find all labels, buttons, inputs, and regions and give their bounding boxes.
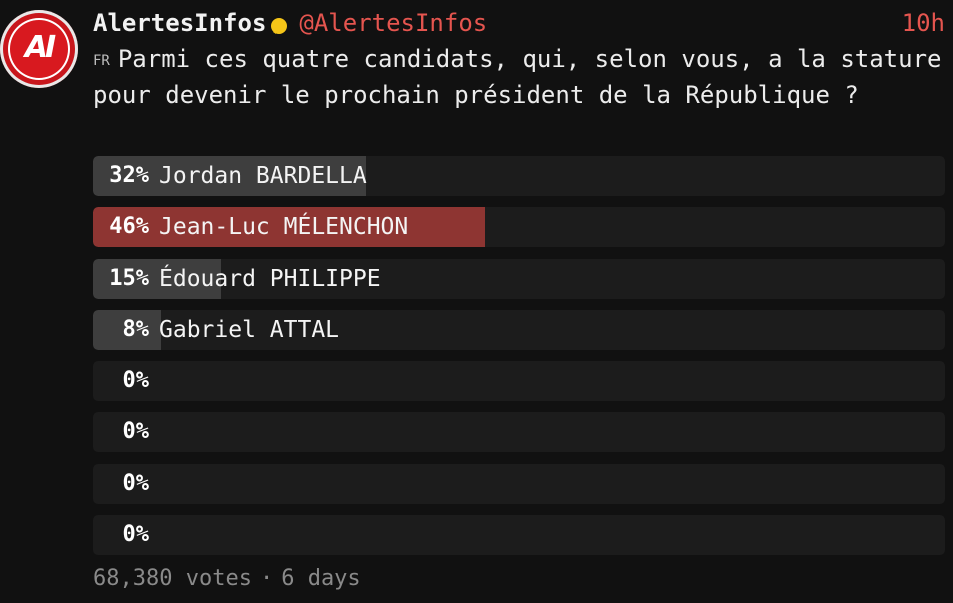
poll-duration: 6 days <box>281 566 361 591</box>
post-timestamp[interactable]: 10h <box>902 9 945 37</box>
poll-option[interactable]: 15% Édouard PHILIPPE <box>93 258 945 299</box>
poll-footer: 68,380 votes · 6 days <box>93 566 361 591</box>
poll-option-percent: 32% <box>109 163 149 188</box>
poll-option[interactable]: 0% <box>93 361 945 402</box>
poll-option-percent: 8% <box>122 316 150 342</box>
poll-option-percent: 15% <box>109 265 149 291</box>
poll-option[interactable]: 8% Gabriel ATTAL <box>93 309 945 350</box>
poll-option-label: Gabriel ATTAL <box>159 316 340 343</box>
poll-option-percent: 0% <box>122 470 150 496</box>
poll-option-percent: 0% <box>122 522 150 548</box>
post-header: AlertesInfos @AlertesInfos 10h <box>93 8 945 38</box>
avatar-logo-text: AI <box>24 30 56 65</box>
poll-question: Parmi ces quatre candidats, qui, selon v… <box>93 45 942 109</box>
poll-option-percent: 0% <box>122 368 150 394</box>
poll-option-label: Édouard PHILIPPE <box>159 265 381 292</box>
avatar[interactable]: AI <box>0 10 78 88</box>
post-text: FR Parmi ces quatre candidats, qui, selon… <box>93 44 943 111</box>
poll-option[interactable]: 0% <box>93 515 945 556</box>
poll-option[interactable]: 46% Jean-Luc MÉLENCHON <box>93 207 945 248</box>
vote-count: 68,380 votes <box>93 566 252 591</box>
poll-option[interactable]: 0% <box>93 412 945 453</box>
poll-option-label: Jordan BARDELLA <box>159 163 367 189</box>
language-tag: FR <box>93 53 110 69</box>
poll-option-label: Jean-Luc MÉLENCHON <box>159 214 409 241</box>
poll-option[interactable]: 32% Jordan BARDELLA <box>93 156 945 196</box>
poll-option-percent: 46% <box>109 214 149 240</box>
poll-option-percent: 0% <box>122 419 150 445</box>
poll-options: 32% Jordan BARDELLA 46% Jean-Luc MÉLENCH… <box>93 156 945 566</box>
display-name[interactable]: AlertesInfos <box>93 9 266 37</box>
separator-dot: · <box>259 566 274 591</box>
poll-option[interactable]: 0% <box>93 463 945 504</box>
user-handle[interactable]: @AlertesInfos <box>299 9 487 37</box>
verified-badge-icon <box>269 14 289 34</box>
